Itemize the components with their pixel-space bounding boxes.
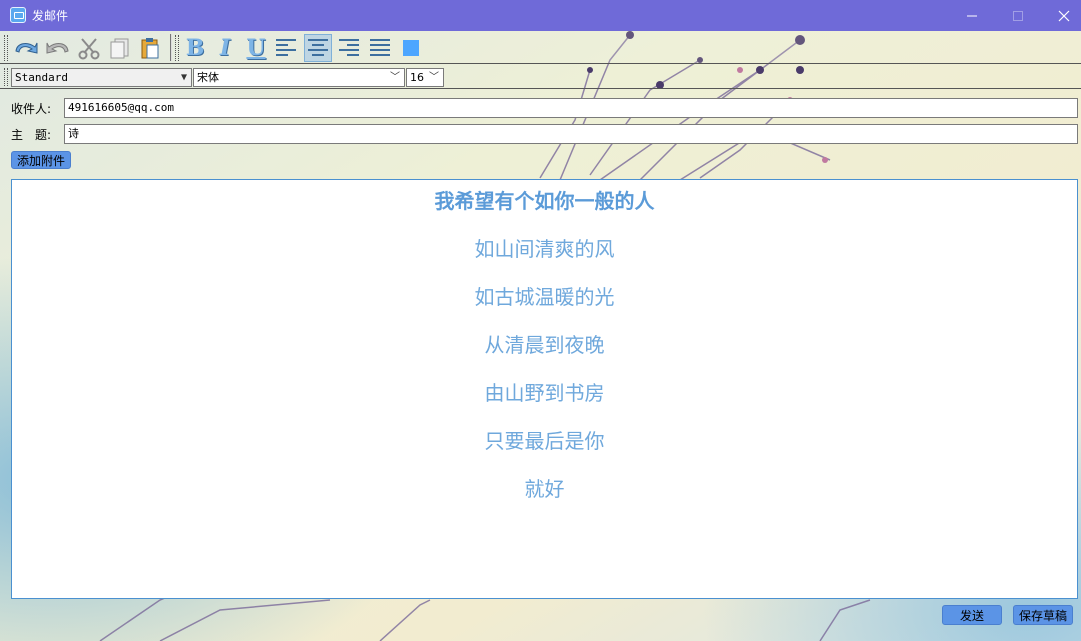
align-center-icon [308, 39, 328, 56]
copy-icon [110, 38, 129, 59]
align-left-button[interactable] [272, 34, 300, 62]
editor-line: 如古城温暖的光 [474, 285, 615, 309]
font-size-value: 16 [410, 71, 424, 84]
editor-line: 我希望有个如你一般的人 [434, 189, 655, 213]
minimize-button[interactable] [949, 0, 995, 31]
undo-icon [15, 42, 38, 54]
maximize-button[interactable] [995, 0, 1041, 31]
align-center-button[interactable] [304, 34, 332, 62]
font-family-select[interactable]: 宋体 ﹀ [193, 68, 405, 87]
minimize-icon [967, 15, 977, 16]
underline-button[interactable]: U [242, 34, 270, 62]
bold-icon: B [185, 35, 205, 61]
toolbar-separator [170, 34, 172, 61]
text-color-button[interactable] [397, 34, 425, 62]
font-size-select[interactable]: 16 ﹀ [406, 68, 444, 87]
message-editor[interactable]: 我希望有个如你一般的人 如山间清爽的风 如古城温暖的光 从清晨到夜晚 由山野到书… [11, 179, 1078, 599]
align-right-button[interactable] [335, 34, 363, 62]
editor-line: 由山野到书房 [484, 381, 605, 405]
paste-button[interactable] [136, 34, 164, 62]
close-icon [1058, 10, 1070, 21]
editor-line: 如山间清爽的风 [474, 237, 615, 261]
italic-icon: I [219, 35, 231, 61]
window-title: 发邮件 [32, 9, 69, 23]
underline-icon: U [246, 35, 266, 61]
cut-icon [78, 38, 100, 60]
add-attachment-button[interactable]: 添加附件 [11, 151, 71, 169]
chevron-down-icon: ﹀ [429, 72, 439, 83]
text-color-icon [403, 40, 419, 56]
to-label: 收件人: [11, 102, 52, 116]
cut-button[interactable] [75, 34, 103, 62]
copy-button[interactable] [106, 34, 134, 62]
to-field[interactable]: 491616605@qq.com [64, 98, 1078, 118]
close-button[interactable] [1041, 0, 1081, 31]
style-select[interactable]: Standard ▼ [11, 68, 192, 87]
redo-button[interactable] [44, 34, 72, 62]
editor-line: 就好 [524, 477, 565, 501]
formatting-toolbar: B I U [0, 31, 1081, 64]
align-left-icon [276, 39, 296, 56]
justify-icon [370, 39, 390, 56]
toolbar-grip[interactable] [175, 35, 179, 61]
send-button[interactable]: 发送 [942, 605, 1002, 625]
editor-line: 只要最后是你 [484, 429, 605, 453]
align-right-icon [339, 39, 359, 56]
subject-field[interactable]: 诗 [64, 124, 1078, 144]
italic-button[interactable]: I [211, 34, 239, 62]
maximize-icon [1013, 10, 1023, 21]
mail-icon [10, 7, 26, 23]
save-draft-button[interactable]: 保存草稿 [1013, 605, 1073, 625]
paste-icon [141, 38, 159, 59]
font-family-value: 宋体 [197, 71, 219, 84]
font-toolbar: Standard ▼ 宋体 ﹀ 16 ﹀ [0, 65, 1081, 89]
dropdown-arrow-icon: ▼ [180, 72, 187, 83]
chevron-down-icon: ﹀ [390, 72, 400, 83]
bold-button[interactable]: B [181, 34, 209, 62]
subject-label: 主 题: [11, 128, 52, 142]
justify-button[interactable] [366, 34, 394, 62]
style-select-value: Standard [15, 71, 68, 84]
editor-line: 从清晨到夜晚 [484, 333, 605, 357]
undo-button[interactable] [12, 34, 40, 62]
toolbar-grip[interactable] [4, 68, 8, 86]
redo-icon [46, 42, 69, 54]
title-bar: 发邮件 [0, 0, 1081, 31]
toolbar-grip[interactable] [4, 35, 8, 61]
